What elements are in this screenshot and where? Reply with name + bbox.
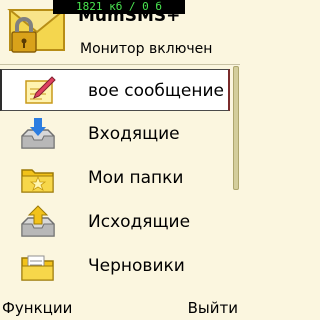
menu-item-inbox[interactable]: Входящие [0, 113, 230, 155]
menu-item-label: Входящие [88, 124, 180, 144]
menu-item-label: Мои папки [88, 168, 184, 188]
menu-item-new-message[interactable]: вое сообщение [0, 69, 230, 111]
menu-scrollbar[interactable] [232, 64, 240, 292]
inbox-tray-icon [21, 118, 55, 149]
exit-softkey[interactable]: Выйти [188, 298, 238, 318]
drafts-folder-icon [21, 255, 54, 281]
memory-indicator: 1821 кб / 0 б [53, 0, 185, 14]
new-message-icon [25, 76, 56, 104]
menu-item-label: Черновики [88, 256, 185, 276]
outbox-tray-icon [21, 205, 55, 237]
functions-softkey[interactable]: Функции [2, 298, 72, 318]
menu-item-label: вое сообщение [88, 81, 225, 101]
softkey-bar: Функции Выйти [0, 292, 240, 320]
scroll-thumb[interactable] [233, 66, 239, 190]
main-menu-list: вое сообщение Входящие Мои папки Исходящ… [0, 64, 240, 292]
menu-item-label: Исходящие [88, 212, 191, 232]
folder-star-icon [21, 169, 54, 193]
menu-item-my-folders[interactable]: Мои папки [0, 157, 230, 199]
monitor-status-text: Монитор включен [80, 41, 213, 57]
menu-item-outbox[interactable]: Исходящие [0, 201, 230, 243]
menu-item-drafts[interactable]: Черновики [0, 245, 230, 287]
